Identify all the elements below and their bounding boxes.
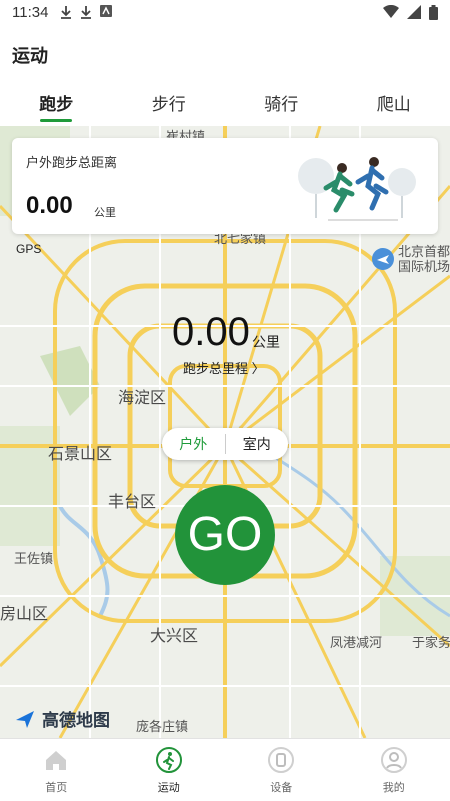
map-label-panggezhuang: 庞各庄镇 — [136, 716, 188, 735]
home-icon — [43, 747, 69, 773]
mode-outdoor-button[interactable]: 户外 — [162, 428, 225, 460]
tab-cycling[interactable]: 骑行 — [225, 80, 338, 126]
tab-active-indicator — [40, 119, 72, 122]
map-view[interactable]: 海淀区 石景山区 丰台区 大兴区 房山区 王佐镇 北京首都国际机场 凤港减河 于… — [0, 126, 450, 738]
page-title: 运动 — [12, 42, 48, 68]
sport-tabs: 跑步 步行 骑行 爬山 — [0, 80, 450, 126]
running-total-unit: 公里 — [252, 332, 280, 352]
app-notification-icon — [100, 5, 112, 17]
bottom-nav: 首页 运动 设备 我的 — [0, 738, 450, 801]
total-distance-card: 户外跑步总距离 0.00 公里 — [12, 138, 438, 234]
running-total-link[interactable]: 跑步总里程 〉 — [183, 358, 265, 377]
nav-device[interactable]: 设备 — [225, 739, 338, 801]
signal-icon — [407, 5, 421, 19]
tab-label: 爬山 — [377, 95, 411, 114]
nav-sport[interactable]: 运动 — [113, 739, 226, 801]
airport-icon — [372, 248, 394, 270]
map-label-fenggang-river: 凤港减河 — [330, 632, 382, 651]
nav-profile[interactable]: 我的 — [338, 739, 450, 801]
nav-label: 运动 — [113, 779, 226, 795]
amap-logo-icon — [14, 708, 36, 730]
wifi-icon — [383, 5, 399, 19]
run-icon — [156, 747, 182, 773]
runners-illustration — [290, 146, 422, 226]
tab-label: 步行 — [152, 95, 186, 114]
mode-indoor-button[interactable]: 室内 — [226, 428, 289, 460]
tab-running[interactable]: 跑步 — [0, 80, 113, 126]
map-provider-name: 高德地图 — [42, 706, 110, 731]
map-label-airport: 北京首都国际机场 — [398, 244, 450, 274]
map-provider-logo: 高德地图 — [14, 706, 110, 731]
app-bar: 运动 — [0, 26, 450, 80]
tab-label: 骑行 — [264, 95, 298, 114]
total-distance-value: 0.00 — [26, 192, 73, 220]
tab-label: 跑步 — [39, 95, 73, 114]
map-label-daxing: 大兴区 — [150, 622, 198, 646]
go-button[interactable]: GO — [175, 485, 275, 585]
nav-label: 首页 — [0, 779, 113, 795]
status-notifications — [60, 5, 112, 19]
map-label-wangzuo: 王佐镇 — [14, 548, 53, 567]
total-distance-label: 户外跑步总距离 — [26, 152, 117, 171]
tab-climbing[interactable]: 爬山 — [338, 80, 450, 126]
status-bar: 11:34 — [0, 0, 450, 26]
nav-label: 设备 — [225, 779, 338, 795]
watch-icon — [268, 747, 294, 773]
nav-label: 我的 — [338, 779, 450, 795]
gps-indicator: GPS — [16, 242, 41, 256]
download-icon — [60, 5, 72, 19]
map-label-haidian: 海淀区 — [118, 384, 166, 408]
map-label-yujiawu: 于家务 — [412, 632, 450, 651]
map-label-fengtai: 丰台区 — [108, 488, 156, 512]
battery-icon — [429, 5, 438, 20]
status-time: 11:34 — [12, 4, 48, 21]
user-icon — [381, 747, 407, 773]
mode-toggle: 户外 室内 — [162, 428, 288, 460]
tab-walking[interactable]: 步行 — [113, 80, 226, 126]
map-label-shijingshan: 石景山区 — [48, 440, 112, 464]
nav-home[interactable]: 首页 — [0, 739, 113, 801]
download-icon — [80, 5, 92, 19]
running-total-value: 0.00 — [172, 310, 250, 355]
total-distance-unit: 公里 — [94, 204, 116, 220]
status-system-icons — [383, 5, 438, 20]
map-label-fangshan: 房山区 — [0, 600, 48, 624]
